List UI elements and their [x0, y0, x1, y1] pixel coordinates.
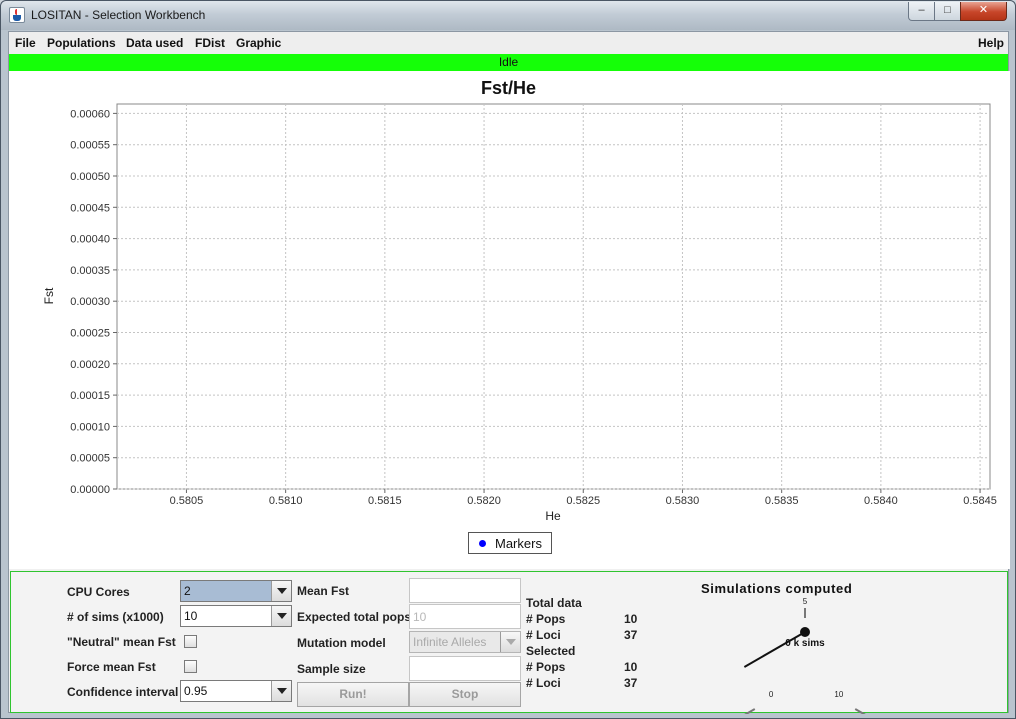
gauge-mid-label: 5	[803, 597, 808, 606]
y-tick-label: 0.00045	[70, 202, 110, 214]
window-title: LOSITAN - Selection Workbench	[31, 8, 206, 22]
cpu-cores-label: CPU Cores	[67, 585, 130, 599]
sims-select[interactable]: 10	[180, 605, 292, 627]
x-tick-label: 0.5805	[170, 495, 204, 507]
y-tick-label: 0.00060	[70, 108, 110, 120]
y-tick-label: 0.00055	[70, 140, 110, 152]
x-axis-label: He	[545, 509, 561, 523]
y-tick-label: 0.00050	[70, 171, 110, 183]
neutral-mean-fst-checkbox[interactable]	[184, 635, 197, 648]
x-tick-label: 0.5830	[666, 495, 700, 507]
neutral-mean-fst-label: "Neutral" mean Fst	[67, 635, 176, 649]
selected-loci-label: # Loci	[526, 676, 561, 690]
total-loci-value: 37	[624, 628, 638, 642]
menu-data-used[interactable]: Data used	[126, 36, 183, 50]
stop-button[interactable]: Stop	[409, 682, 521, 707]
client-area: File Populations Data used FDist Graphic…	[8, 31, 1010, 714]
y-tick-label: 0.00000	[70, 484, 110, 496]
y-axis-label: Fst	[42, 287, 56, 304]
selected-pops-label: # Pops	[526, 660, 566, 674]
cpu-cores-select[interactable]: 2	[180, 580, 292, 602]
total-data-header: Total data	[526, 596, 582, 610]
legend-label: Markers	[495, 536, 542, 551]
menu-file[interactable]: File	[15, 36, 36, 50]
menu-fdist[interactable]: FDist	[195, 36, 225, 50]
legend-marker-dot	[479, 540, 486, 547]
sims-label: # of sims (x1000)	[67, 610, 164, 624]
total-pops-label: # Pops	[526, 612, 566, 626]
chevron-down-icon[interactable]	[271, 606, 291, 626]
menu-help[interactable]: Help	[978, 36, 1004, 50]
y-tick-label: 0.00040	[70, 234, 110, 246]
selected-pops-value: 10	[624, 660, 638, 674]
expected-total-pops-field[interactable]: 10	[409, 604, 521, 629]
gauge-max-label: 10	[834, 690, 843, 699]
x-tick-label: 0.5835	[765, 495, 799, 507]
java-app-icon	[9, 7, 25, 23]
x-tick-label: 0.5810	[269, 495, 303, 507]
x-tick-label: 0.5845	[963, 495, 997, 507]
minimize-button[interactable]: –	[908, 2, 935, 21]
chart-legend: Markers	[468, 532, 552, 554]
y-tick-label: 0.00005	[70, 453, 110, 465]
gauge-hub	[800, 627, 810, 637]
y-tick-label: 0.00030	[70, 296, 110, 308]
status-bar: Idle	[9, 54, 1008, 71]
chart-canvas: 0.5805 0.5810 0.5815 0.5820 0.5825 0.5830 0.58…	[42, 78, 997, 523]
sample-size-field[interactable]	[409, 656, 521, 681]
close-button[interactable]: ✕	[960, 2, 1007, 21]
confidence-interval-label: Confidence interval	[67, 685, 179, 699]
app-window: LOSITAN - Selection Workbench – □ ✕ File…	[0, 0, 1016, 719]
mean-fst-field[interactable]	[409, 578, 521, 603]
gauge-end-tick	[854, 708, 866, 714]
total-pops-value: 10	[624, 612, 638, 626]
selected-loci-value: 37	[624, 676, 638, 690]
mean-fst-label: Mean Fst	[297, 584, 350, 598]
control-panel: CPU Cores 2 # of sims (x1000) 10 "Neutra…	[10, 571, 1008, 714]
y-tick-label: 0.00010	[70, 421, 110, 433]
mutation-model-select[interactable]: Infinite Alleles	[409, 631, 521, 653]
x-tick-label: 0.5840	[864, 495, 898, 507]
chevron-down-icon[interactable]	[271, 681, 291, 701]
confidence-interval-select[interactable]: 0.95	[180, 680, 292, 702]
x-tick-label: 0.5825	[566, 495, 600, 507]
expected-total-pops-label: Expected total pops	[297, 610, 412, 624]
x-tick-label: 0.5820	[467, 495, 501, 507]
y-tick-label: 0.00015	[70, 390, 110, 402]
gauge-min-label: 0	[769, 690, 774, 699]
force-mean-fst-label: Force mean Fst	[67, 660, 156, 674]
selected-header: Selected	[526, 644, 576, 658]
mutation-model-label: Mutation model	[297, 636, 386, 650]
total-loci-label: # Loci	[526, 628, 561, 642]
maximize-button[interactable]: □	[934, 2, 961, 21]
chevron-down-icon[interactable]	[500, 632, 520, 652]
menu-populations[interactable]: Populations	[47, 36, 116, 50]
plot-area	[116, 103, 991, 490]
y-tick-label: 0.00025	[70, 327, 110, 339]
x-tick-label: 0.5815	[368, 495, 402, 507]
force-mean-fst-checkbox[interactable]	[184, 660, 197, 673]
menu-bar: File Populations Data used FDist Graphic…	[9, 32, 1008, 54]
simulations-gauge: 0 10 5 0 k sims	[743, 597, 866, 714]
run-button[interactable]: Run!	[297, 682, 409, 707]
gauge-end-tick	[744, 708, 756, 714]
menu-graphic[interactable]: Graphic	[236, 36, 281, 50]
title-bar[interactable]: LOSITAN - Selection Workbench – □ ✕	[1, 1, 1015, 30]
sample-size-label: Sample size	[297, 662, 366, 676]
chart-title: Fst/He	[481, 78, 536, 98]
y-tick-label: 0.00020	[70, 359, 110, 371]
fst-he-chart: 0.5805 0.5810 0.5815 0.5820 0.5825 0.5830 0.58…	[9, 71, 1010, 569]
y-tick-label: 0.00035	[70, 265, 110, 277]
gauge-readout: 0 k sims	[785, 638, 825, 649]
chevron-down-icon[interactable]	[271, 581, 291, 601]
